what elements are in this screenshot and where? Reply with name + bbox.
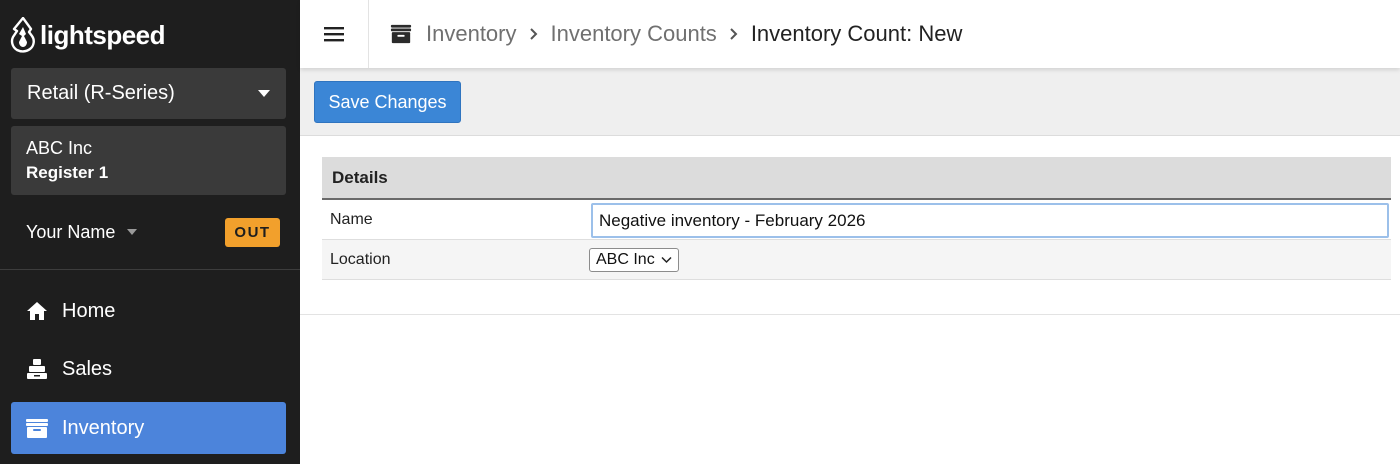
top-bar: Inventory Inventory Counts Inventory Cou… <box>300 0 1400 68</box>
sidebar-divider <box>0 269 300 270</box>
chevron-right-icon <box>529 27 539 41</box>
action-toolbar: Save Changes <box>300 68 1400 136</box>
sidebar: lightspeed Retail (R-Series) ABC Inc Reg… <box>0 0 300 464</box>
register-name: Register 1 <box>26 163 109 182</box>
shop-name: ABC Inc <box>26 138 93 158</box>
name-row: Name <box>322 200 1391 240</box>
breadcrumb-inventory-link[interactable]: Inventory <box>426 21 517 47</box>
product-selector[interactable]: Retail (R-Series) <box>11 68 286 119</box>
details-section: Details Name Location ABC Inc <box>322 157 1391 280</box>
content-divider <box>300 314 1400 315</box>
details-section-title: Details <box>322 157 1391 200</box>
chevron-down-icon <box>661 256 672 264</box>
hamburger-menu-button[interactable] <box>300 0 369 68</box>
sidebar-item-label: Sales <box>62 357 113 380</box>
sidebar-item-label: Home <box>62 299 116 322</box>
inventory-box-icon <box>25 416 49 440</box>
breadcrumb: Inventory Inventory Counts Inventory Cou… <box>390 0 962 68</box>
product-selector-label: Retail (R-Series) <box>27 82 175 104</box>
sidebar-item-label: Inventory <box>62 416 145 439</box>
brand-logo[interactable]: lightspeed <box>10 15 166 55</box>
register-icon <box>25 357 49 381</box>
chevron-right-icon <box>729 27 739 41</box>
caret-down-icon <box>127 229 138 235</box>
sidebar-item-sales[interactable]: Sales <box>11 343 286 395</box>
flame-logo-icon <box>10 17 35 53</box>
brand-name: lightspeed <box>40 19 166 50</box>
location-row: Location ABC Inc <box>322 240 1391 280</box>
location-select[interactable]: ABC Inc <box>589 248 679 272</box>
hamburger-menu-icon <box>324 27 344 42</box>
name-label: Name <box>330 210 373 228</box>
home-icon <box>25 299 49 323</box>
user-name: Your Name <box>26 221 116 242</box>
sidebar-item-inventory[interactable]: Inventory <box>11 402 286 454</box>
inventory-box-icon <box>390 24 412 44</box>
breadcrumb-inventory-counts-link[interactable]: Inventory Counts <box>551 21 717 47</box>
main-content: Inventory Inventory Counts Inventory Cou… <box>300 0 1400 464</box>
clock-out-badge[interactable]: OUT <box>225 218 280 247</box>
name-input[interactable] <box>591 203 1389 238</box>
caret-down-icon <box>258 90 270 97</box>
shop-register-box[interactable]: ABC Inc Register 1 <box>11 126 286 195</box>
user-menu[interactable]: Your Name OUT <box>26 215 280 249</box>
sidebar-item-home[interactable]: Home <box>11 285 286 337</box>
save-changes-button[interactable]: Save Changes <box>314 81 461 123</box>
location-label: Location <box>330 250 391 268</box>
location-select-value: ABC Inc <box>596 251 655 268</box>
page-title: Inventory Count: New <box>750 21 963 46</box>
